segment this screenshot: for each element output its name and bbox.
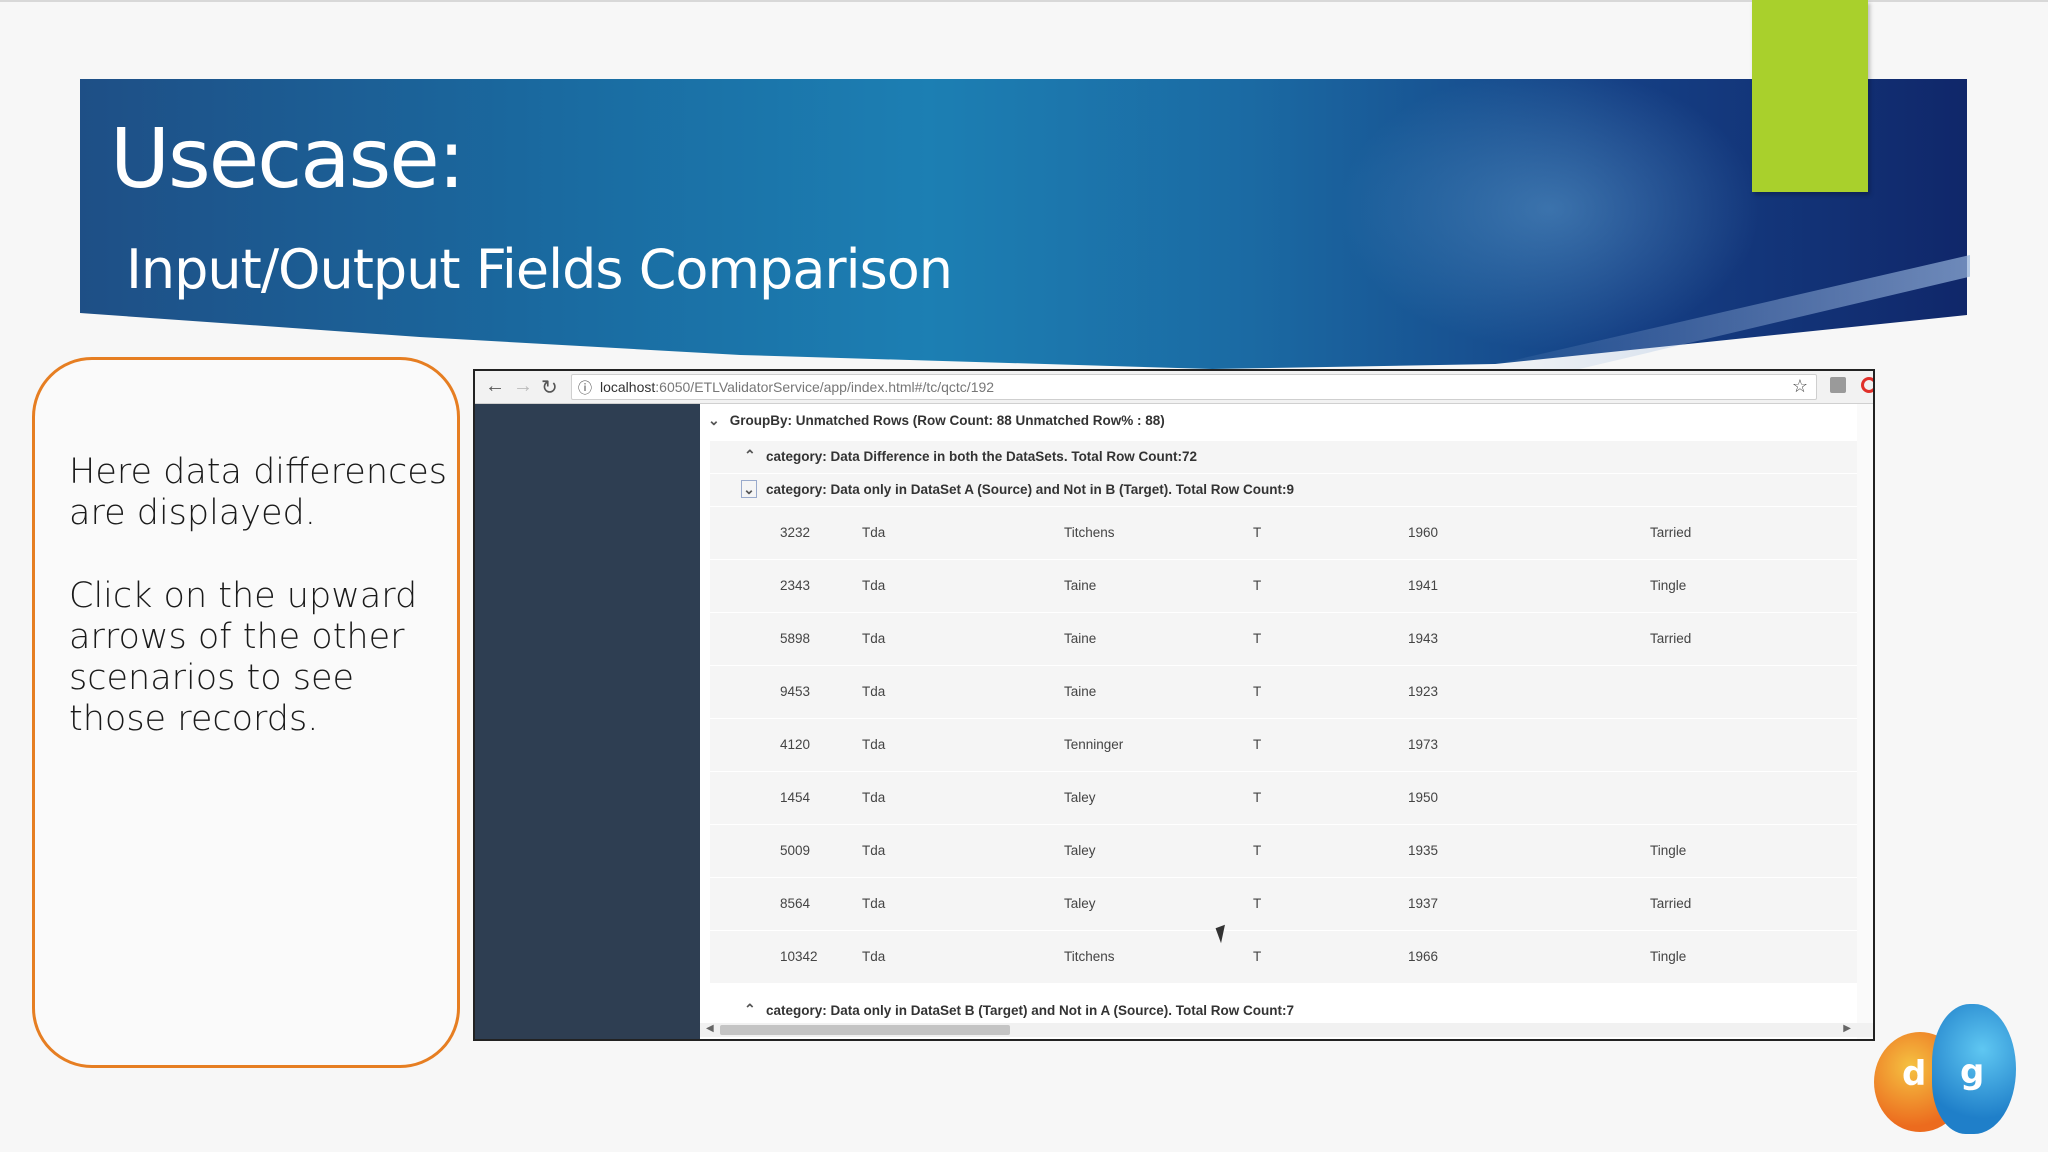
app-screenshot: ← → ↻ ⓘ localhost:6050/ETLValidatorServi… — [473, 369, 1875, 1041]
company-logo: d g — [1874, 1002, 2016, 1142]
table-cell: Tda — [862, 631, 886, 646]
table-cell: Taine — [1064, 684, 1097, 699]
table-cell: Tda — [862, 525, 886, 540]
slide-title: Usecase: — [110, 112, 465, 207]
table-cell: Tda — [862, 843, 886, 858]
table-cell: T — [1253, 631, 1262, 646]
forward-arrow-icon[interactable]: → — [513, 375, 533, 398]
table-cell: Taley — [1064, 896, 1096, 911]
table-cell: 1937 — [1408, 896, 1439, 911]
table-cell: 1941 — [1408, 578, 1439, 593]
table-row[interactable]: 10342 Tda Titchens T 1966 Tingle — [710, 931, 1860, 984]
scroll-left-icon[interactable]: ◀ — [706, 1023, 714, 1034]
table-row[interactable]: 5009 Tda Taley T 1935 Tingle — [710, 825, 1860, 878]
vertical-scrollbar[interactable] — [1857, 404, 1873, 1039]
category-row-difference[interactable]: ⌃ category: Data Difference in both the … — [710, 440, 1860, 473]
note-paragraph-2: Click on the upward arrows of the other … — [69, 576, 418, 739]
table-cell: 9453 — [780, 684, 811, 699]
logo-letter-d: d — [1902, 1054, 1927, 1094]
table-cell: 8564 — [780, 896, 811, 911]
chevron-up-icon[interactable]: ⌃ — [744, 1001, 756, 1018]
table-row[interactable]: 3232 Tda Titchens T 1960 Tarried — [710, 507, 1860, 560]
table-cell: 1973 — [1408, 737, 1439, 752]
table-cell: T — [1253, 949, 1262, 964]
table-cell: 5898 — [780, 631, 811, 646]
chevron-down-icon[interactable]: ⌄ — [708, 412, 720, 429]
category-row-source-only[interactable]: ⌄ category: Data only in DataSet A (Sour… — [710, 473, 1860, 506]
horizontal-scrollbar[interactable]: ◀ ▶ — [700, 1023, 1873, 1037]
table-cell: Taine — [1064, 631, 1097, 646]
table-cell: 5009 — [780, 843, 811, 858]
chevron-down-icon[interactable]: ⌄ — [741, 480, 757, 498]
category-label: category: Data only in DataSet A (Source… — [766, 482, 1295, 497]
info-icon[interactable]: ⓘ — [578, 378, 592, 398]
table-cell: 3232 — [780, 525, 811, 540]
table-cell: Tingle — [1650, 843, 1687, 858]
table-cell: 1923 — [1408, 684, 1439, 699]
slide-subtitle: Input/Output Fields Comparison — [126, 238, 953, 301]
table-cell: Tarried — [1650, 896, 1692, 911]
app-sidebar — [475, 404, 700, 1039]
table-cell: T — [1253, 525, 1262, 540]
category-label: category: Data Difference in both the Da… — [766, 449, 1198, 464]
back-arrow-icon[interactable]: ← — [485, 375, 505, 398]
browser-menu-icon[interactable] — [1861, 377, 1873, 393]
table-cell: 1966 — [1408, 949, 1439, 964]
table-cell: Tda — [862, 790, 886, 805]
top-divider — [0, 0, 2048, 2]
table-row[interactable]: 9453 Tda Taine T 1923 — [710, 666, 1860, 719]
table-cell: T — [1253, 684, 1262, 699]
address-bar[interactable]: ⓘ localhost:6050/ETLValidatorService/app… — [571, 374, 1817, 400]
table-cell: Taley — [1064, 790, 1096, 805]
table-cell: T — [1253, 578, 1262, 593]
table-cell: Taley — [1064, 843, 1096, 858]
table-cell: Tda — [862, 578, 886, 593]
url-text: localhost:6050/ETLValidatorService/app/i… — [600, 379, 995, 395]
table-cell: 2343 — [780, 578, 811, 593]
groupby-header[interactable]: ⌄ GroupBy: Unmatched Rows (Row Count: 88 … — [708, 412, 1165, 436]
results-panel: ⌄ GroupBy: Unmatched Rows (Row Count: 88 … — [700, 404, 1873, 1039]
table-cell: T — [1253, 737, 1262, 752]
note-paragraph-1: Here data differences are displayed. — [69, 452, 448, 533]
table-cell: Titchens — [1064, 949, 1115, 964]
groupby-label: GroupBy: Unmatched Rows (Row Count: 88 U… — [729, 413, 1165, 428]
table-cell: Tarried — [1650, 525, 1692, 540]
table-row[interactable]: 1454 Tda Taley T 1950 — [710, 772, 1860, 825]
scroll-thumb[interactable] — [720, 1025, 1010, 1035]
table-cell: Tda — [862, 896, 886, 911]
table-cell: 1454 — [780, 790, 811, 805]
table-cell: 1950 — [1408, 790, 1439, 805]
table-cell: T — [1253, 790, 1262, 805]
green-accent-bar — [1752, 0, 1868, 192]
table-row[interactable]: 4120 Tda Tenninger T 1973 — [710, 719, 1860, 772]
table-cell: Tda — [862, 684, 886, 699]
table-row[interactable]: 2343 Tda Taine T 1941 Tingle — [710, 560, 1860, 613]
category-label: category: Data only in DataSet B (Target… — [766, 1003, 1295, 1018]
reload-icon[interactable]: ↻ — [541, 375, 558, 400]
note-callout: Here data differences are displayed. Cli… — [32, 357, 460, 1068]
logo-letter-g: g — [1960, 1052, 1985, 1092]
chevron-up-icon[interactable]: ⌃ — [744, 447, 756, 464]
table-cell: Tingle — [1650, 949, 1687, 964]
table-cell: 1935 — [1408, 843, 1439, 858]
browser-toolbar: ← → ↻ ⓘ localhost:6050/ETLValidatorServi… — [475, 371, 1873, 404]
table-cell: 1960 — [1408, 525, 1439, 540]
table-cell: T — [1253, 843, 1262, 858]
table-cell: 4120 — [780, 737, 811, 752]
star-icon[interactable]: ☆ — [1792, 376, 1808, 397]
table-row[interactable]: 8564 Tda Taley T 1937 Tarried — [710, 878, 1860, 931]
table-cell: Tenninger — [1064, 737, 1124, 752]
table-cell: Tda — [862, 737, 886, 752]
table-cell: Tarried — [1650, 631, 1692, 646]
table-cell: Tingle — [1650, 578, 1687, 593]
table-cell: Taine — [1064, 578, 1097, 593]
scroll-right-icon[interactable]: ▶ — [1843, 1023, 1851, 1034]
table-cell: 1943 — [1408, 631, 1439, 646]
table-cell: 10342 — [780, 949, 818, 964]
table-cell: T — [1253, 896, 1262, 911]
table-cell: Tda — [862, 949, 886, 964]
table-row[interactable]: 5898 Tda Taine T 1943 Tarried — [710, 613, 1860, 666]
extension-icon[interactable] — [1830, 377, 1846, 393]
table-cell: Titchens — [1064, 525, 1115, 540]
